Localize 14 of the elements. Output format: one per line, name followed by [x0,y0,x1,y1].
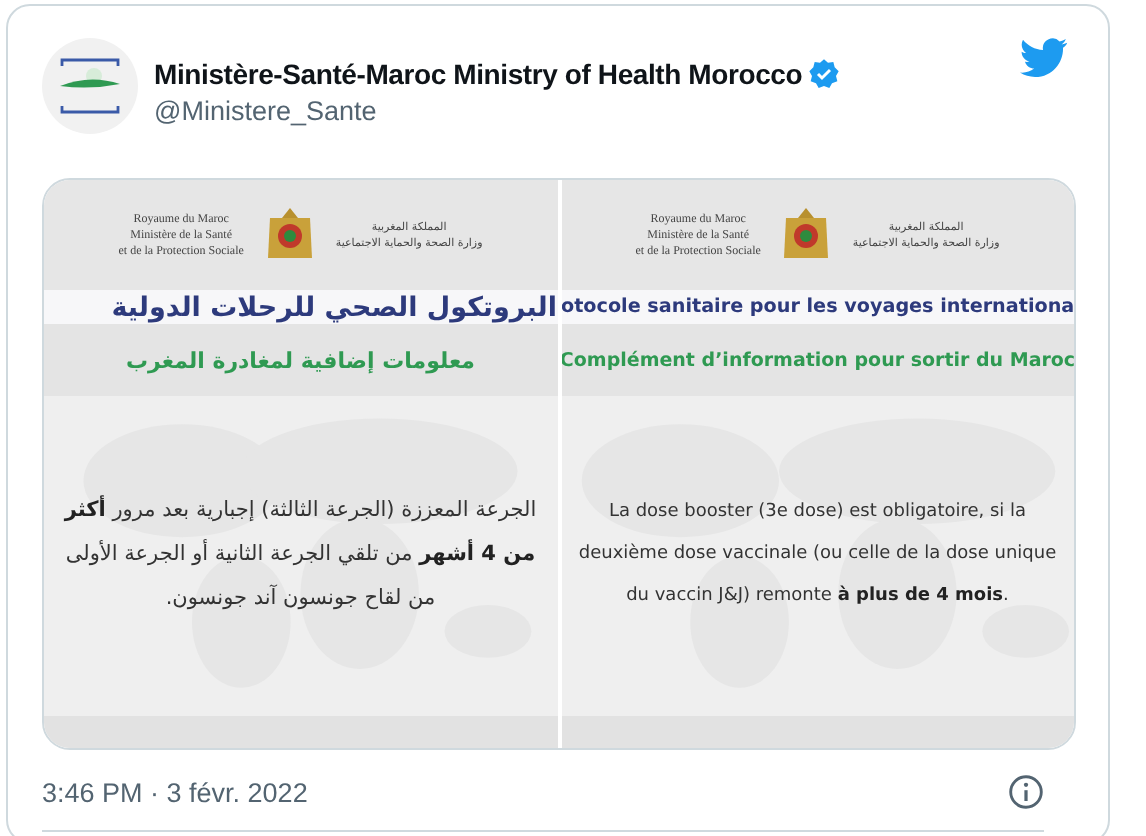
infographic-title: البروتكول الصحي للرحلات الدولية [111,291,557,323]
avatar-icon[interactable] [42,38,138,134]
infographic-text: الجرعة المعززة (الجرعة الثالثة) إجبارية بعد مرور أكثر من 4 أشهر من تلقي الجرعة الثانية أو الجرعة الأولى من لقاح جونسون آند جونسون. [62,493,539,614]
info-icon[interactable] [1008,774,1044,810]
author-name[interactable]: Ministère-Santé-Maroc Ministry of Health Morocco [154,58,803,90]
author-handle[interactable]: @Ministere_Sante [154,96,1004,126]
infographic-subtitle: Complément d’information pour sortir du Maroc [561,349,1074,371]
infographic-subtitle: معلومات إضافية لمغادرة المغرب [126,347,475,373]
infographic-text: La dose booster (3e dose) est obligatoire, si la deuxième dose vaccinale (ou celle de la dose unique du vaccin J&J) remonte à plus de 4 mois. [576,499,1059,609]
infographic-image[interactable] [44,180,557,748]
infographic-image[interactable] [561,180,1074,748]
bird-logo-icon[interactable] [1020,38,1068,78]
tweet-timestamp[interactable]: 3:46 PM · 3 févr. 2022 [42,777,308,807]
infographic-title: otocole sanitaire pour les voyages internationa [561,296,1074,318]
